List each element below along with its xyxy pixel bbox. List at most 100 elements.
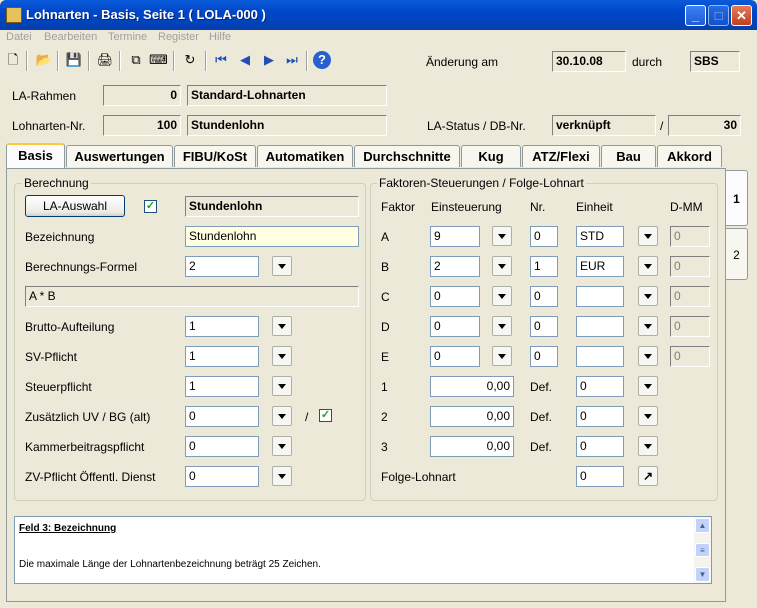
berechnungs-formel-dropdown[interactable] bbox=[272, 256, 292, 276]
faktor-b-einheit-dropdown[interactable] bbox=[638, 256, 658, 276]
minimize-button[interactable]: _ bbox=[685, 5, 706, 26]
faktor-a-dropdown[interactable] bbox=[492, 226, 512, 246]
brutto-aufteilung-input[interactable]: 1 bbox=[185, 316, 259, 337]
refresh-icon[interactable]: ↻ bbox=[181, 51, 199, 69]
faktor-1-def-dropdown[interactable] bbox=[638, 376, 658, 396]
first-record-icon[interactable]: ⏮ bbox=[212, 51, 230, 69]
copy-icon[interactable]: ⧉ bbox=[127, 51, 145, 69]
faktor-1-def[interactable]: 0 bbox=[576, 376, 624, 397]
folge-lohnart-input[interactable]: 0 bbox=[576, 466, 624, 487]
faktor-e-einheit[interactable] bbox=[576, 346, 624, 367]
uv-bg-separator: / bbox=[305, 410, 309, 424]
faktor-d-einsteuerung[interactable]: 0 bbox=[430, 316, 480, 337]
title-bar: Lohnarten - Basis, Seite 1 ( LOLA-000 ) … bbox=[0, 0, 757, 30]
berechnungs-formel-input[interactable]: 2 bbox=[185, 256, 259, 277]
la-rahmen-label: LA-Rahmen bbox=[12, 89, 77, 103]
side-tab-page-1[interactable]: 1 bbox=[726, 170, 748, 226]
uv-bg-checkbox[interactable]: ✓ bbox=[319, 409, 332, 422]
keyboard-icon[interactable]: ⌨ bbox=[149, 51, 168, 69]
faktor-c-einsteuerung[interactable]: 0 bbox=[430, 286, 480, 307]
tab-basis[interactable]: Basis bbox=[6, 143, 65, 168]
faktor-c-dropdown[interactable] bbox=[492, 286, 512, 306]
faktor-3-def-dropdown[interactable] bbox=[638, 436, 658, 456]
faktor-2-value[interactable]: 0,00 bbox=[430, 406, 514, 427]
faktor-b-nr[interactable]: 1 bbox=[530, 256, 558, 277]
folge-lohnart-goto-icon[interactable]: ↗ bbox=[638, 466, 658, 486]
prev-record-icon[interactable]: ◀ bbox=[236, 51, 254, 69]
app-icon bbox=[6, 7, 22, 23]
last-record-icon[interactable]: ⏭ bbox=[283, 51, 301, 69]
tab-kug[interactable]: Kug bbox=[461, 145, 521, 167]
menu-register[interactable]: Register bbox=[158, 31, 199, 43]
menu-hilfe[interactable]: Hilfe bbox=[209, 31, 231, 43]
tab-bau[interactable]: Bau bbox=[601, 145, 656, 167]
menu-datei[interactable]: Datei bbox=[6, 31, 32, 43]
zv-pflicht-input[interactable]: 0 bbox=[185, 466, 259, 487]
lohnarten-nr-label: Lohnarten-Nr. bbox=[12, 119, 86, 133]
faktor-2-def-dropdown[interactable] bbox=[638, 406, 658, 426]
faktor-e-nr[interactable]: 0 bbox=[530, 346, 558, 367]
faktor-d-nr[interactable]: 0 bbox=[530, 316, 558, 337]
tab-fibu-kost[interactable]: FIBU/KoSt bbox=[174, 145, 256, 167]
tab-durchschnitte[interactable]: Durchschnitte bbox=[354, 145, 460, 167]
kammerbeitrag-dropdown[interactable] bbox=[272, 436, 292, 456]
faktor-e-einheit-dropdown[interactable] bbox=[638, 346, 658, 366]
lohnarten-name-field: Stundenlohn bbox=[187, 115, 387, 136]
faktor-2-def[interactable]: 0 bbox=[576, 406, 624, 427]
scroll-down-icon[interactable]: ▼ bbox=[695, 567, 710, 582]
help-title: Feld 3: Bezeichnung bbox=[19, 523, 117, 534]
faktor-e-dropdown[interactable] bbox=[492, 346, 512, 366]
close-button[interactable]: ✕ bbox=[731, 5, 752, 26]
col-d-mm: D-MM bbox=[670, 200, 703, 214]
faktor-a-einheit-dropdown[interactable] bbox=[638, 226, 658, 246]
sv-pflicht-input[interactable]: 1 bbox=[185, 346, 259, 367]
menu-bearbeiten[interactable]: Bearbeiten bbox=[44, 31, 97, 43]
faktor-e-einsteuerung[interactable]: 0 bbox=[430, 346, 480, 367]
next-record-icon[interactable]: ▶ bbox=[260, 51, 278, 69]
tab-atz-flexi[interactable]: ATZ/Flexi bbox=[522, 145, 600, 167]
sv-pflicht-dropdown[interactable] bbox=[272, 346, 292, 366]
maximize-button[interactable]: □ bbox=[708, 5, 729, 26]
tab-auswertungen[interactable]: Auswertungen bbox=[66, 145, 173, 167]
faktor-a-einheit[interactable]: STD bbox=[576, 226, 624, 247]
tab-automatiken[interactable]: Automatiken bbox=[257, 145, 353, 167]
scroll-thumb[interactable]: ≡ bbox=[695, 543, 710, 557]
faktor-d-dropdown[interactable] bbox=[492, 316, 512, 336]
changed-by-label: durch bbox=[632, 55, 663, 69]
faktor-c-einheit[interactable] bbox=[576, 286, 624, 307]
scroll-up-icon[interactable]: ▲ bbox=[695, 518, 710, 533]
faktor-a-einsteuerung[interactable]: 9 bbox=[430, 226, 480, 247]
bezeichnung-label: Bezeichnung bbox=[25, 230, 95, 244]
save-icon[interactable]: 💾 bbox=[65, 51, 83, 69]
menu-termine[interactable]: Termine bbox=[108, 31, 147, 43]
uv-bg-dropdown[interactable] bbox=[272, 406, 292, 426]
kammerbeitrag-input[interactable]: 0 bbox=[185, 436, 259, 457]
side-tab-page-2[interactable]: 2 bbox=[726, 228, 748, 280]
faktor-3-value[interactable]: 0,00 bbox=[430, 436, 514, 457]
open-icon[interactable]: 📂 bbox=[35, 51, 53, 69]
faktor-c-einheit-dropdown[interactable] bbox=[638, 286, 658, 306]
new-icon[interactable]: 🗋 bbox=[4, 51, 22, 69]
la-auswahl-button[interactable]: LA-Auswahl bbox=[25, 195, 125, 217]
steuerpflicht-dropdown[interactable] bbox=[272, 376, 292, 396]
faktor-c-nr[interactable]: 0 bbox=[530, 286, 558, 307]
faktor-d-einheit[interactable] bbox=[576, 316, 624, 337]
faktor-d-einheit-dropdown[interactable] bbox=[638, 316, 658, 336]
faktor-b-einsteuerung[interactable]: 2 bbox=[430, 256, 480, 277]
zv-pflicht-dropdown[interactable] bbox=[272, 466, 292, 486]
faktor-a-nr[interactable]: 0 bbox=[530, 226, 558, 247]
change-date-field: 30.10.08 bbox=[552, 51, 626, 72]
brutto-aufteilung-dropdown[interactable] bbox=[272, 316, 292, 336]
la-auswahl-checkbox[interactable]: ✓ bbox=[144, 200, 157, 213]
faktor-b-einheit[interactable]: EUR bbox=[576, 256, 624, 277]
print-icon[interactable]: 🖨 bbox=[96, 51, 114, 69]
bezeichnung-input[interactable]: Stundenlohn bbox=[185, 226, 359, 247]
help-scrollbar[interactable]: ▲ ≡ ▼ bbox=[694, 517, 711, 583]
uv-bg-input[interactable]: 0 bbox=[185, 406, 259, 427]
faktor-1-value[interactable]: 0,00 bbox=[430, 376, 514, 397]
help-icon[interactable]: ? bbox=[313, 51, 331, 69]
faktor-b-dropdown[interactable] bbox=[492, 256, 512, 276]
steuerpflicht-input[interactable]: 1 bbox=[185, 376, 259, 397]
tab-akkord[interactable]: Akkord bbox=[657, 145, 722, 167]
faktor-3-def[interactable]: 0 bbox=[576, 436, 624, 457]
